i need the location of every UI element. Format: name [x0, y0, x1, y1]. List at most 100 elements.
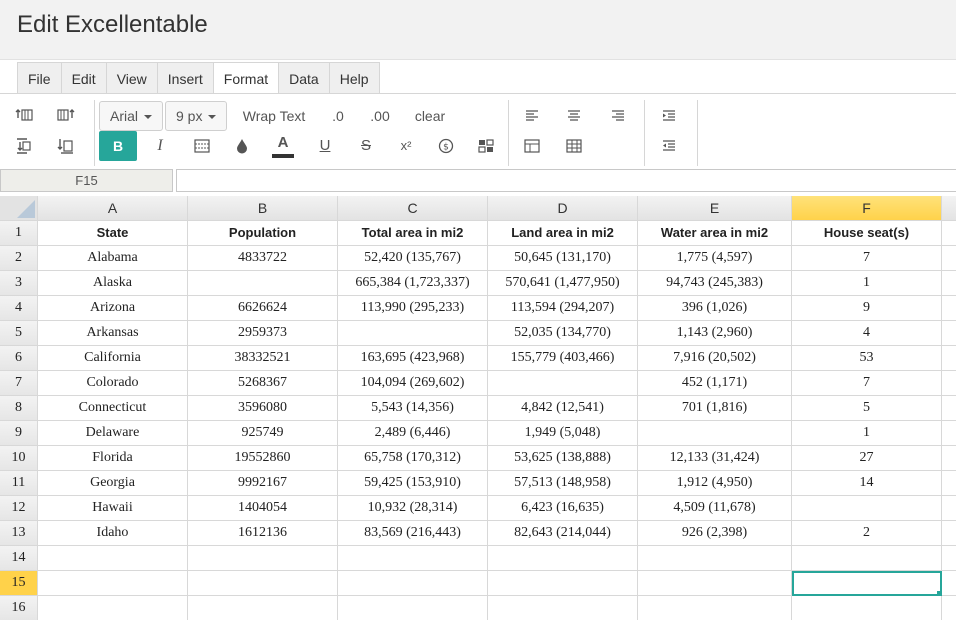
cell-b15[interactable]	[188, 571, 338, 596]
column-header-overflow[interactable]	[942, 196, 956, 221]
cell-c7[interactable]: 104,094 (269,602)	[338, 371, 488, 396]
cell-f12[interactable]	[792, 496, 942, 521]
cell-a4[interactable]: Arizona	[38, 296, 188, 321]
cell-c8[interactable]: 5,543 (14,356)	[338, 396, 488, 421]
cell-b14[interactable]	[188, 546, 338, 571]
menu-insert[interactable]: Insert	[156, 62, 213, 94]
cell-a9[interactable]: Delaware	[38, 421, 188, 446]
cell-a12[interactable]: Hawaii	[38, 496, 188, 521]
cell-overflow[interactable]	[942, 521, 956, 546]
currency-icon[interactable]: $	[431, 131, 461, 161]
cell-d1[interactable]: Land area in mi2	[488, 221, 638, 246]
cell-f8[interactable]: 5	[792, 396, 942, 421]
cell-overflow[interactable]	[942, 571, 956, 596]
cell-b1[interactable]: Population	[188, 221, 338, 246]
formula-input[interactable]	[176, 169, 956, 192]
insert-row-above-icon[interactable]	[9, 101, 39, 131]
cell-f2[interactable]: 7	[792, 246, 942, 271]
cell-a16[interactable]	[38, 596, 188, 620]
cell-d15[interactable]	[488, 571, 638, 596]
cell-c11[interactable]: 59,425 (153,910)	[338, 471, 488, 496]
cell-e11[interactable]: 1,912 (4,950)	[638, 471, 792, 496]
cell-a7[interactable]: Colorado	[38, 371, 188, 396]
row-header[interactable]: 12	[0, 496, 38, 521]
cell-c1[interactable]: Total area in mi2	[338, 221, 488, 246]
font-size-select[interactable]: 9 px	[165, 101, 228, 131]
cell-e13[interactable]: 926 (2,398)	[638, 521, 792, 546]
cell-overflow[interactable]	[942, 396, 956, 421]
row-header[interactable]: 9	[0, 421, 38, 446]
row-header[interactable]: 14	[0, 546, 38, 571]
cell-f3[interactable]: 1	[792, 271, 942, 296]
cell-c10[interactable]: 65,758 (170,312)	[338, 446, 488, 471]
borders-icon[interactable]	[187, 131, 217, 161]
cell-f16[interactable]	[792, 596, 942, 620]
cell-e9[interactable]	[638, 421, 792, 446]
cell-d16[interactable]	[488, 596, 638, 620]
cell-a6[interactable]: California	[38, 346, 188, 371]
cell-e3[interactable]: 94,743 (245,383)	[638, 271, 792, 296]
strikethrough-button[interactable]: S	[352, 131, 380, 161]
text-color-button[interactable]: A	[268, 131, 298, 161]
indent-increase-icon[interactable]	[654, 101, 684, 131]
column-header-d[interactable]: D	[488, 196, 638, 221]
cell-d14[interactable]	[488, 546, 638, 571]
row-header[interactable]: 2	[0, 246, 38, 271]
cell-d9[interactable]: 1,949 (5,048)	[488, 421, 638, 446]
font-family-select[interactable]: Arial	[99, 101, 164, 131]
column-header-a[interactable]: A	[38, 196, 188, 221]
cell-a15[interactable]	[38, 571, 188, 596]
menu-edit[interactable]: Edit	[60, 62, 106, 94]
align-center-icon[interactable]	[559, 101, 589, 131]
align-right-icon[interactable]	[603, 101, 633, 131]
cell-d10[interactable]: 53,625 (138,888)	[488, 446, 638, 471]
clear-format-button[interactable]: clear	[410, 101, 450, 131]
cell-b8[interactable]: 3596080	[188, 396, 338, 421]
bold-button[interactable]: B	[99, 131, 137, 161]
cell-d11[interactable]: 57,513 (148,958)	[488, 471, 638, 496]
row-header[interactable]: 11	[0, 471, 38, 496]
cell-f5[interactable]: 4	[792, 321, 942, 346]
cell-e16[interactable]	[638, 596, 792, 620]
cell-e5[interactable]: 1,143 (2,960)	[638, 321, 792, 346]
cell-a2[interactable]: Alabama	[38, 246, 188, 271]
cell-e8[interactable]: 701 (1,816)	[638, 396, 792, 421]
cell-b10[interactable]: 19552860	[188, 446, 338, 471]
cell-overflow[interactable]	[942, 596, 956, 620]
cell-e14[interactable]	[638, 546, 792, 571]
column-header-f[interactable]: F	[792, 196, 942, 221]
menu-data[interactable]: Data	[278, 62, 329, 94]
cell-a11[interactable]: Georgia	[38, 471, 188, 496]
cell-b11[interactable]: 9992167	[188, 471, 338, 496]
cell-overflow[interactable]	[942, 246, 956, 271]
cell-b12[interactable]: 1404054	[188, 496, 338, 521]
cell-a5[interactable]: Arkansas	[38, 321, 188, 346]
table-grid-icon[interactable]	[559, 131, 589, 161]
cell-d8[interactable]: 4,842 (12,541)	[488, 396, 638, 421]
insert-column-icon[interactable]	[51, 101, 81, 131]
cell-c3[interactable]: 665,384 (1,723,337)	[338, 271, 488, 296]
cell-overflow[interactable]	[942, 371, 956, 396]
cell-e7[interactable]: 452 (1,171)	[638, 371, 792, 396]
cell-overflow[interactable]	[942, 546, 956, 571]
italic-button[interactable]: I	[146, 131, 174, 161]
cell-d12[interactable]: 6,423 (16,635)	[488, 496, 638, 521]
cell-overflow[interactable]	[942, 471, 956, 496]
align-left-icon[interactable]	[517, 101, 547, 131]
cell-a3[interactable]: Alaska	[38, 271, 188, 296]
cell-b2[interactable]: 4833722	[188, 246, 338, 271]
cell-c9[interactable]: 2,489 (6,446)	[338, 421, 488, 446]
row-header[interactable]: 3	[0, 271, 38, 296]
cell-c2[interactable]: 52,420 (135,767)	[338, 246, 488, 271]
row-header[interactable]: 4	[0, 296, 38, 321]
cell-b6[interactable]: 38332521	[188, 346, 338, 371]
cell-c16[interactable]	[338, 596, 488, 620]
cell-f4[interactable]: 9	[792, 296, 942, 321]
row-header[interactable]: 15	[0, 571, 38, 596]
fill-color-icon[interactable]	[227, 131, 257, 161]
row-header[interactable]: 1	[0, 221, 38, 246]
menu-format[interactable]: Format	[212, 62, 279, 94]
cell-a10[interactable]: Florida	[38, 446, 188, 471]
cell-f1[interactable]: House seat(s)	[792, 221, 942, 246]
active-cell[interactable]	[792, 571, 942, 596]
